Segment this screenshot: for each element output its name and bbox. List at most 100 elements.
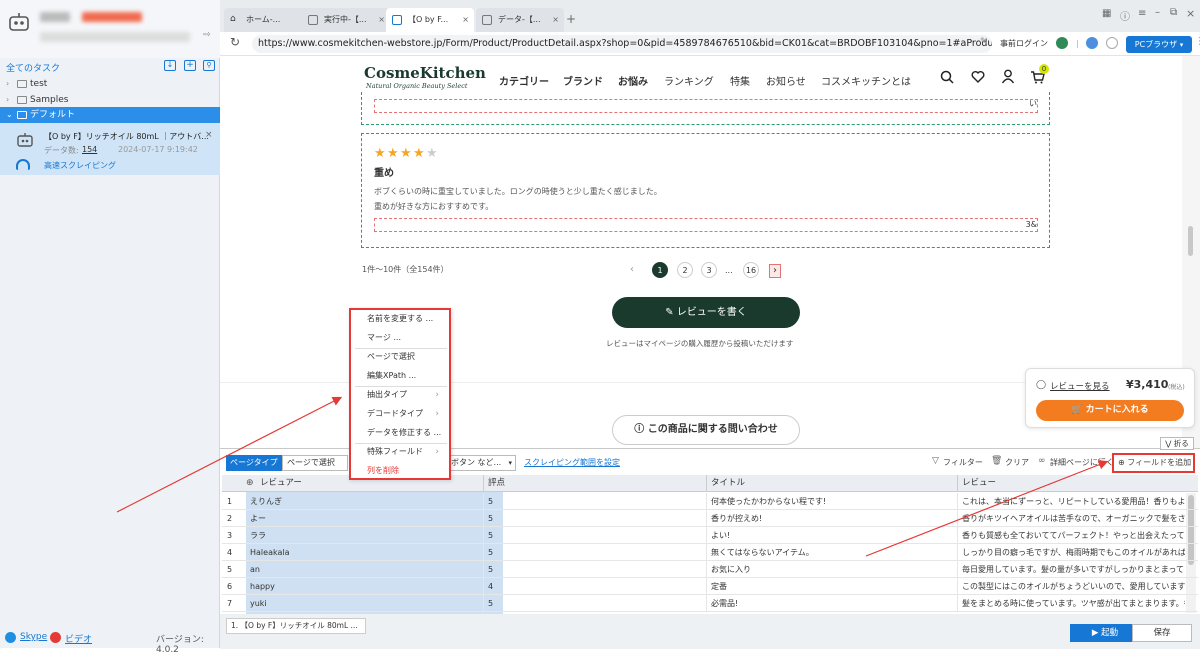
- edit-url-icon[interactable]: ✎: [980, 37, 988, 47]
- cell-reviewer[interactable]: happy: [246, 578, 474, 595]
- filter-button[interactable]: フィルター: [943, 457, 983, 468]
- site-logo[interactable]: CosmeKitchen: [364, 64, 486, 82]
- close-task-icon[interactable]: ×: [205, 130, 213, 140]
- nav-concerns[interactable]: お悩み: [618, 73, 648, 88]
- column-header-title[interactable]: タイトル: [706, 475, 956, 492]
- video-link[interactable]: ビデオ: [65, 632, 92, 645]
- cell-review[interactable]: 香りがキツイヘアオイルは苦手なので、オーガニックで髪をさら...: [957, 510, 1185, 527]
- new-task-icon[interactable]: +: [184, 60, 196, 71]
- folder-samples[interactable]: › Samples: [0, 92, 220, 108]
- collapse-sidebar-icon[interactable]: ⇨: [203, 30, 211, 40]
- cell-title[interactable]: 定番: [706, 578, 956, 595]
- close-icon[interactable]: ×: [378, 8, 385, 32]
- menu-edit-xpath[interactable]: 編集XPath ...: [367, 369, 416, 383]
- cell-title[interactable]: 何本使ったかわからない程です!: [706, 493, 956, 510]
- tab-home[interactable]: ⌂ ホーム-...: [224, 8, 312, 32]
- menu-extract-type[interactable]: 抽出タイプ: [367, 388, 407, 402]
- pager-next-icon[interactable]: ›: [769, 264, 781, 278]
- add-to-cart-button[interactable]: 🛒 カートに入れる: [1036, 400, 1184, 421]
- button-type-dropdown[interactable]: ボタン など... ▾: [446, 455, 516, 471]
- pre-login-button[interactable]: 事前ログイン: [1000, 38, 1048, 49]
- menu-icon[interactable]: ≡: [1138, 8, 1146, 19]
- inquiry-button[interactable]: ⓘ この商品に関する問い合わせ: [612, 415, 800, 445]
- table-row[interactable]: 1 えりんぎ 5 何本使ったかわからない程です! これは、本当にずーっと、リピートしてい…: [222, 493, 1198, 510]
- menu-special-field[interactable]: 特殊フィールド: [367, 445, 423, 459]
- help-icon[interactable]: ⓘ: [1120, 8, 1130, 23]
- search-task-icon[interactable]: ⚲: [203, 60, 215, 71]
- skype-link[interactable]: Skype: [20, 632, 47, 642]
- heart-icon[interactable]: [971, 70, 985, 84]
- cell-title[interactable]: よい!: [706, 527, 956, 544]
- save-button[interactable]: 保存: [1132, 624, 1192, 642]
- menu-merge[interactable]: マージ ...: [367, 331, 401, 345]
- cell-reviewer[interactable]: えりんぎ: [246, 493, 474, 510]
- cell-title[interactable]: 必需品!: [706, 595, 956, 612]
- data-count[interactable]: 154: [82, 145, 97, 154]
- page-1[interactable]: 1: [652, 262, 668, 278]
- folder-default[interactable]: ⌄ デフォルト: [0, 107, 220, 123]
- page-3[interactable]: 3: [701, 262, 717, 278]
- cell-review[interactable]: しっかり目の癖っ毛ですが、梅雨時期でもこのオイルがあれば髪...: [957, 544, 1185, 561]
- start-button[interactable]: ▶ 起動: [1070, 624, 1140, 642]
- gift-icon[interactable]: ▦: [1102, 8, 1111, 19]
- close-icon[interactable]: ×: [552, 8, 559, 32]
- nav-about[interactable]: コスメキッチンとは: [821, 73, 911, 88]
- see-reviews-link[interactable]: レビューを見る: [1050, 380, 1110, 392]
- close-window-icon[interactable]: ×: [1186, 7, 1195, 20]
- menu-delete-column[interactable]: 列を削除: [367, 464, 399, 478]
- restore-icon[interactable]: ⧉: [1170, 7, 1177, 18]
- cell-reviewer[interactable]: yuki: [246, 595, 474, 612]
- menu-decode-type[interactable]: デコードタイプ: [367, 407, 423, 421]
- user-agent-icon[interactable]: [1086, 37, 1098, 49]
- reload-icon[interactable]: ↻: [230, 35, 240, 49]
- table-row[interactable]: 3 ララ 5 よい! 香りも質感も全ておいててパーフェクト！やっと出会えたって感...: [222, 527, 1198, 544]
- cell-title[interactable]: お気に入り: [706, 561, 956, 578]
- cell-review[interactable]: この製型にはこのオイルがちょうどいいので、愛用しています!: [957, 578, 1185, 595]
- tab-product[interactable]: 【O by F... ×: [386, 8, 474, 32]
- nav-news[interactable]: お知らせ: [766, 73, 806, 88]
- collapse-panel-button[interactable]: ⋁ 折る: [1160, 437, 1194, 450]
- cell-review[interactable]: 髪をまとめる時に使っています。ツヤ感が出てまとまります。香...: [957, 595, 1185, 612]
- add-field-button[interactable]: ⊕ フィールドを追加: [1112, 453, 1195, 473]
- cell-rating[interactable]: 4: [483, 578, 707, 595]
- clear-button[interactable]: クリア: [1005, 457, 1029, 468]
- cell-reviewer[interactable]: an: [246, 561, 474, 578]
- column-header-rating[interactable]: 評点: [483, 475, 707, 492]
- import-icon[interactable]: ↓: [164, 60, 176, 71]
- cell-rating[interactable]: 5: [483, 561, 707, 578]
- pc-browser-button[interactable]: PCブラウザ ▾: [1126, 36, 1192, 53]
- detail-page-button[interactable]: 詳細ページに行く: [1050, 457, 1114, 468]
- table-row[interactable]: 4 Haleakala 5 無くてはならないアイテム。 しっかり目の癖っ毛ですが、梅雨時…: [222, 544, 1198, 561]
- nav-category[interactable]: カテゴリー: [499, 73, 549, 88]
- scrape-range-link[interactable]: スクレイピング範囲を設定: [524, 457, 620, 468]
- write-review-button[interactable]: ✎ レビューを書く: [612, 297, 800, 328]
- cell-review[interactable]: 香りも質感も全ておいててパーフェクト！やっと出会えたって感...: [957, 527, 1185, 544]
- all-tasks-label[interactable]: 全てのタスク: [6, 61, 60, 74]
- url-input[interactable]: https://www.cosmekitchen-webstore.jp/For…: [252, 35, 992, 53]
- cell-reviewer[interactable]: ララ: [246, 527, 474, 544]
- extension-icon[interactable]: [1056, 37, 1068, 49]
- tab-data[interactable]: データ-【... ×: [476, 8, 564, 32]
- column-header-review[interactable]: レビュー: [957, 475, 1198, 492]
- menu-select-in-page[interactable]: ページで選択: [367, 350, 415, 364]
- select-mode-dropdown[interactable]: ページで選択: [282, 455, 348, 471]
- cell-rating[interactable]: 5: [483, 544, 707, 561]
- menu-rename[interactable]: 名前を変更する ...: [367, 312, 433, 326]
- cell-reviewer[interactable]: よー: [246, 510, 474, 527]
- pager-prev-icon[interactable]: ‹: [630, 264, 634, 275]
- new-tab-icon[interactable]: +: [566, 12, 576, 26]
- cell-rating[interactable]: 5: [483, 595, 707, 612]
- page-2[interactable]: 2: [677, 262, 693, 278]
- minimize-icon[interactable]: –: [1155, 7, 1160, 18]
- nav-brand[interactable]: ブランド: [563, 73, 603, 88]
- close-icon[interactable]: ×: [462, 8, 469, 32]
- settings-icon[interactable]: [1106, 37, 1118, 49]
- tab-running[interactable]: 実行中-【... ×: [302, 8, 390, 32]
- cell-rating[interactable]: 5: [483, 527, 707, 544]
- search-icon[interactable]: [940, 70, 954, 84]
- task-tab[interactable]: 1. 【O by F】リッチオイル 80mL ...: [226, 618, 366, 634]
- cell-rating[interactable]: 5: [483, 510, 707, 527]
- menu-modify-data[interactable]: データを修正する ...: [367, 426, 441, 440]
- table-row[interactable]: 2 よー 5 香りが控えめ! 香りがキツイヘアオイルは苦手なので、オーガニックで髪をさら…: [222, 510, 1198, 527]
- cell-title[interactable]: 香りが控えめ!: [706, 510, 956, 527]
